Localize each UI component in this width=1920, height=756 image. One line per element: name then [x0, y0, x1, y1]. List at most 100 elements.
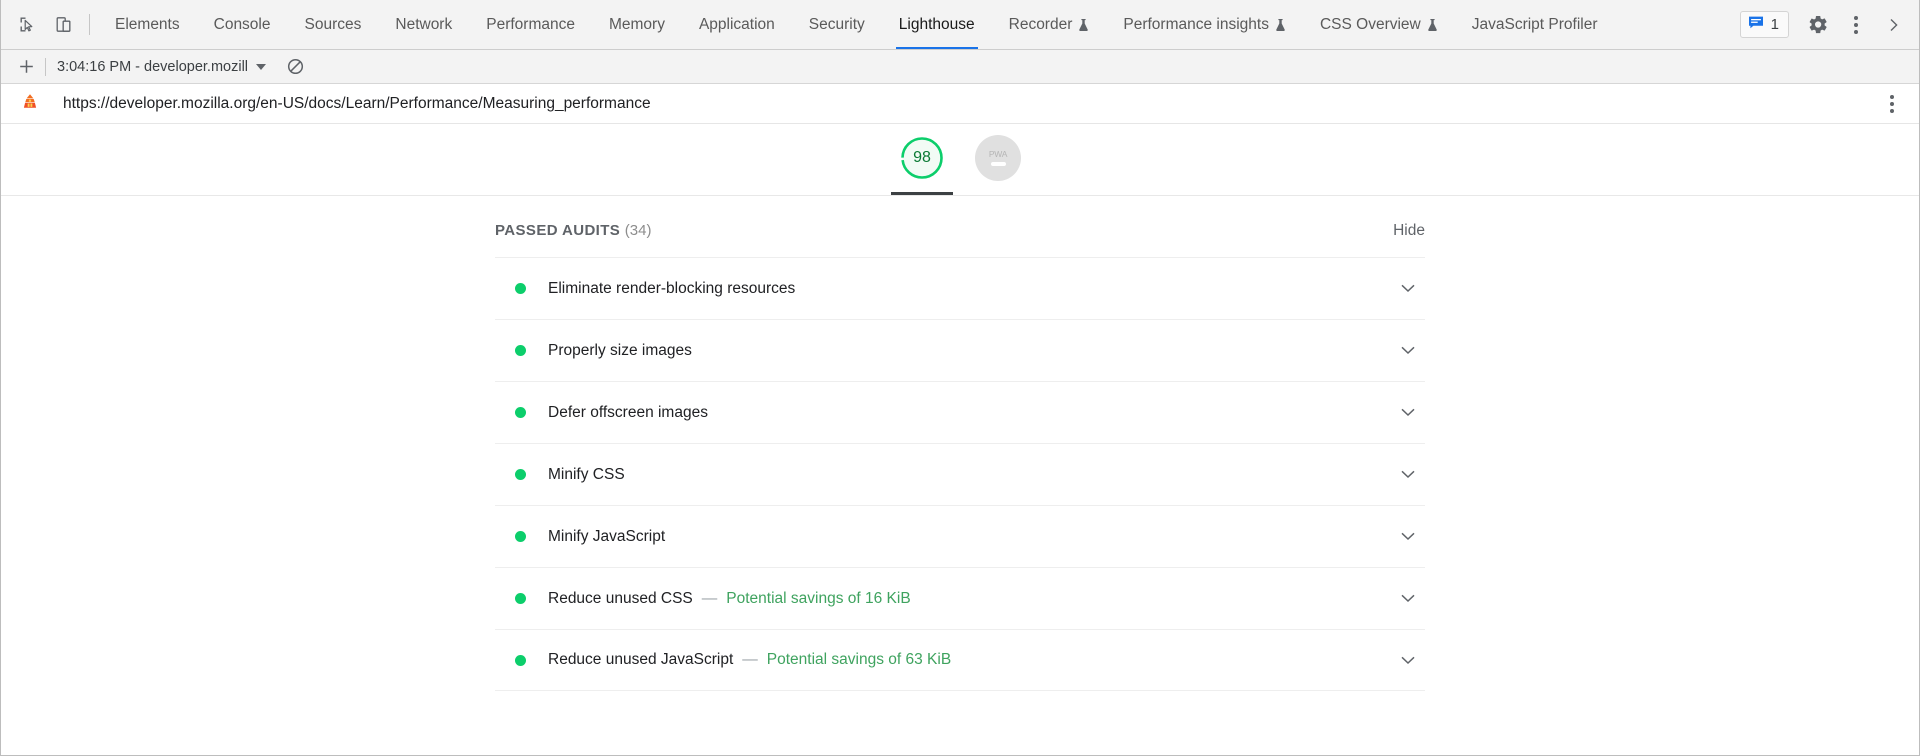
passed-audits-title-text: PASSED AUDITS	[495, 222, 620, 239]
category-gauge-strip: 98 PWA	[1, 124, 1919, 196]
selected-tab-underline	[967, 192, 1029, 195]
tab-javascript-profiler[interactable]: JavaScript Profiler	[1455, 0, 1615, 49]
chevron-down-icon[interactable]	[1397, 402, 1419, 424]
audit-separator-dash: —	[702, 590, 718, 608]
report-run-label: 3:04:16 PM - developer.mozill	[57, 59, 247, 75]
lighthouse-logo-icon	[19, 93, 41, 115]
chevron-down-icon[interactable]	[1397, 649, 1419, 671]
chevron-down-icon[interactable]	[1397, 464, 1419, 486]
pass-status-dot-icon	[515, 345, 526, 356]
gear-icon[interactable]	[1799, 0, 1837, 50]
tab-label: Application	[699, 16, 775, 34]
tab-application[interactable]: Application	[682, 0, 792, 49]
pass-status-dot-icon	[515, 469, 526, 480]
report-url: https://developer.mozilla.org/en-US/docs…	[63, 95, 1877, 113]
chevron-down-icon[interactable]	[1397, 278, 1419, 300]
pass-status-dot-icon	[515, 655, 526, 666]
table-row[interactable]: Minify JavaScript	[495, 505, 1425, 567]
pwa-label: PWA	[989, 150, 1007, 159]
devtools-window: Elements Console Sources Network Perform…	[0, 0, 1920, 756]
table-row[interactable]: Eliminate render-blocking resources	[495, 257, 1425, 319]
passed-audits-header: PASSED AUDITS (34) Hide	[495, 222, 1425, 240]
table-row[interactable]: Minify CSS	[495, 443, 1425, 505]
report-url-bar: https://developer.mozilla.org/en-US/docs…	[1, 84, 1919, 124]
tab-label: Lighthouse	[899, 16, 975, 34]
device-toolbar-icon[interactable]	[45, 0, 81, 49]
tab-label: Sources	[305, 16, 362, 34]
performance-score-gauge: 98	[899, 135, 945, 181]
experiment-flask-icon	[1275, 18, 1286, 32]
tab-label: JavaScript Profiler	[1472, 16, 1598, 34]
tab-label: Performance	[486, 16, 575, 34]
tab-elements[interactable]: Elements	[98, 0, 197, 49]
audit-title: Minify JavaScript	[548, 528, 665, 546]
tab-label: Memory	[609, 16, 665, 34]
passed-audits-section: PASSED AUDITS (34) Hide Eliminate render…	[495, 222, 1425, 691]
tab-css-overview[interactable]: CSS Overview	[1303, 0, 1455, 49]
tab-memory[interactable]: Memory	[592, 0, 682, 49]
tab-performance[interactable]: Performance	[469, 0, 592, 49]
tab-sources[interactable]: Sources	[288, 0, 379, 49]
tab-network[interactable]: Network	[378, 0, 469, 49]
inspect-element-icon[interactable]	[9, 0, 45, 49]
chevron-down-icon[interactable]	[1397, 340, 1419, 362]
toolbar-divider	[89, 14, 90, 35]
lighthouse-report-body: PASSED AUDITS (34) Hide Eliminate render…	[1, 196, 1919, 756]
hide-passed-audits-button[interactable]: Hide	[1393, 222, 1425, 240]
lighthouse-toolbar: 3:04:16 PM - developer.mozill	[1, 50, 1919, 84]
tab-label: CSS Overview	[1320, 16, 1421, 34]
pass-status-dot-icon	[515, 283, 526, 294]
pwa-badge: PWA	[975, 135, 1021, 181]
tab-performance-insights[interactable]: Performance insights	[1106, 0, 1303, 49]
more-vertical-dots	[1841, 10, 1871, 40]
selected-tab-underline	[891, 192, 953, 195]
table-row[interactable]: Reduce unused JavaScript — Potential sav…	[495, 629, 1425, 691]
toolbar-divider	[45, 58, 46, 76]
table-row[interactable]: Defer offscreen images	[495, 381, 1425, 443]
tab-label: Elements	[115, 16, 180, 34]
audit-savings: Potential savings of 63 KiB	[767, 651, 951, 669]
report-run-select[interactable]: 3:04:16 PM - developer.mozill	[57, 59, 266, 75]
tab-console[interactable]: Console	[197, 0, 288, 49]
chevron-down-icon	[256, 64, 266, 70]
tab-label: Recorder	[1009, 16, 1073, 34]
issues-count: 1	[1771, 16, 1779, 33]
performance-score-value: 98	[899, 135, 945, 181]
clear-all-icon[interactable]	[282, 54, 308, 80]
audit-title: Reduce unused CSS	[548, 590, 693, 608]
pass-status-dot-icon	[515, 531, 526, 542]
tab-security[interactable]: Security	[792, 0, 882, 49]
tab-recorder[interactable]: Recorder	[992, 0, 1107, 49]
tab-label: Console	[214, 16, 271, 34]
pwa-dash-icon	[991, 162, 1006, 166]
audit-title: Properly size images	[548, 342, 692, 360]
panel-tabs: Elements Console Sources Network Perform…	[98, 0, 1740, 49]
pass-status-dot-icon	[515, 407, 526, 418]
more-vertical-icon[interactable]	[1837, 0, 1875, 50]
audit-title: Defer offscreen images	[548, 404, 708, 422]
devtools-tab-bar: Elements Console Sources Network Perform…	[1, 0, 1919, 50]
devtools-toolbar-right: 1	[1740, 0, 1919, 49]
tab-label: Performance insights	[1123, 16, 1269, 34]
audit-separator-dash: —	[742, 651, 758, 669]
experiment-flask-icon	[1427, 18, 1438, 32]
tab-lighthouse[interactable]: Lighthouse	[882, 0, 992, 49]
table-row[interactable]: Reduce unused CSS — Potential savings of…	[495, 567, 1425, 629]
passed-audits-count: (34)	[625, 222, 652, 239]
chevron-down-icon[interactable]	[1397, 526, 1419, 548]
table-row[interactable]: Properly size images	[495, 319, 1425, 381]
pass-status-dot-icon	[515, 593, 526, 604]
audit-title: Minify CSS	[548, 466, 625, 484]
issues-badge[interactable]: 1	[1740, 11, 1789, 38]
audit-savings: Potential savings of 16 KiB	[726, 590, 910, 608]
chevron-right-icon[interactable]	[1875, 0, 1913, 50]
audit-title: Eliminate render-blocking resources	[548, 280, 795, 298]
plus-icon[interactable]	[11, 54, 41, 80]
more-vertical-icon[interactable]	[1877, 89, 1907, 119]
chevron-down-icon[interactable]	[1397, 588, 1419, 610]
audit-title: Reduce unused JavaScript	[548, 651, 733, 669]
category-tab-performance[interactable]: 98	[890, 135, 954, 195]
category-tab-pwa[interactable]: PWA	[966, 135, 1030, 195]
passed-audits-title: PASSED AUDITS (34)	[495, 222, 651, 239]
tab-label: Network	[395, 16, 452, 34]
